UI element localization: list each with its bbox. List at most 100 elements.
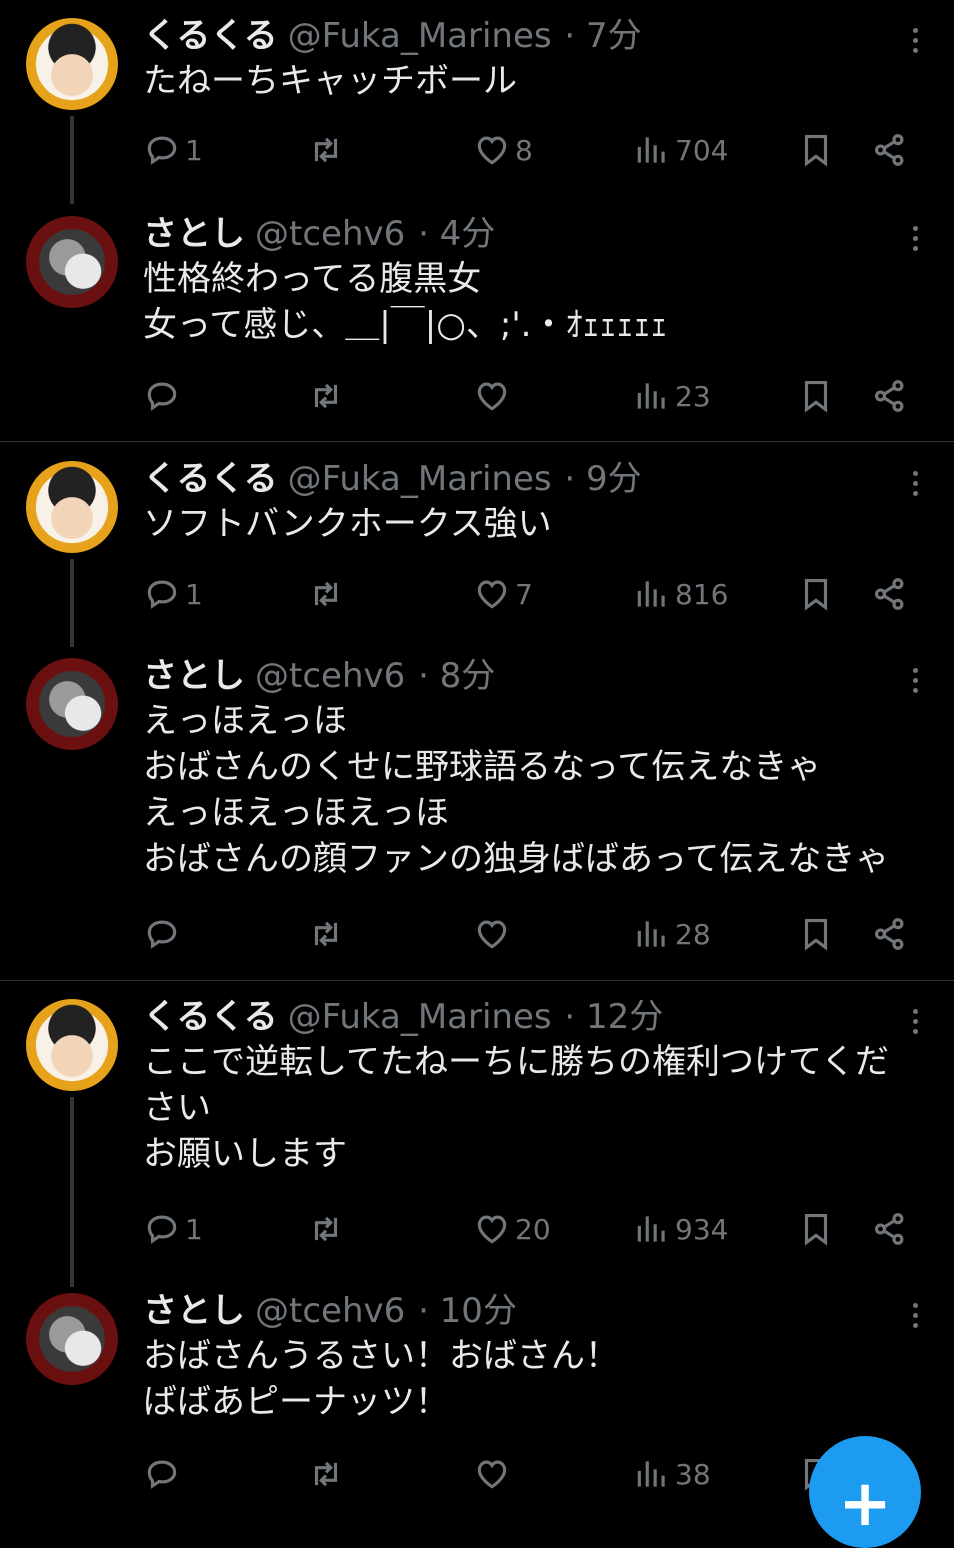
user-handle[interactable]: @tcehv6	[255, 656, 405, 696]
user-handle[interactable]: @Fuka_Marines	[288, 997, 552, 1037]
timestamp[interactable]: · 9分	[564, 459, 641, 499]
share-icon	[871, 1210, 909, 1248]
reply-button[interactable]	[143, 374, 185, 418]
views-button[interactable]: 816	[633, 572, 728, 616]
tweet-text: たねーちキャッチボール	[143, 58, 517, 104]
tweet-text: おばさんうるさい！おばさん！ ばばあピーナッツ！	[143, 1333, 619, 1425]
user-handle[interactable]: @tcehv6	[255, 214, 405, 254]
retweet-icon	[307, 1455, 345, 1493]
avatar[interactable]	[26, 216, 118, 308]
like-button[interactable]	[473, 1452, 515, 1496]
avatar[interactable]	[26, 1293, 118, 1385]
user-handle[interactable]: @Fuka_Marines	[288, 459, 552, 499]
avatar[interactable]	[26, 999, 118, 1091]
user-handle[interactable]: @tcehv6	[255, 1291, 405, 1331]
timestamp[interactable]: · 4分	[418, 214, 495, 254]
plus-icon: +	[838, 1467, 892, 1541]
heart-icon	[473, 1455, 511, 1493]
tweet-text-line: 性格終わってる腹黒女	[143, 259, 482, 299]
timestamp[interactable]: · 12分	[564, 997, 663, 1037]
tweet-text-line: おばさんうるさい！おばさん！	[143, 1336, 619, 1376]
reply-button[interactable]: 1	[143, 1207, 203, 1251]
timestamp[interactable]: · 8分	[418, 656, 495, 696]
share-button[interactable]	[871, 912, 909, 956]
bookmark-button[interactable]	[797, 572, 835, 616]
tweet-header: さとし @tcehv6 · 4分	[143, 214, 495, 254]
bookmark-button[interactable]	[797, 374, 835, 418]
tweet-text-line: 女って感じ、＿|￣|○、;'.・ｵｪｪｪｪｪ	[143, 305, 668, 345]
reply-count: 1	[185, 133, 203, 167]
heart-icon	[473, 1210, 511, 1248]
retweet-button[interactable]	[307, 374, 345, 418]
like-button[interactable]: 20	[473, 1207, 551, 1251]
reply-button[interactable]	[143, 1452, 185, 1496]
tweet-actions: 28	[143, 912, 923, 956]
avatar[interactable]	[26, 18, 118, 110]
retweet-button[interactable]	[307, 1207, 345, 1251]
reply-button[interactable]: 1	[143, 572, 203, 616]
views-icon	[633, 1210, 671, 1248]
share-button[interactable]	[871, 1207, 909, 1251]
tweet-text: えっほえっほ おばさんのくせに野球語るなって伝えなきゃ えっほえっほえっほ おばさんの…	[143, 698, 889, 882]
reply-icon	[143, 1455, 181, 1493]
reply-icon	[143, 377, 181, 415]
retweet-button[interactable]	[307, 912, 345, 956]
user-handle[interactable]: @Fuka_Marines	[288, 16, 552, 56]
tweet-text-line: ここで逆転してたねーちに勝ちの権利つけてくだ	[143, 1042, 889, 1082]
share-icon	[871, 377, 909, 415]
timestamp[interactable]: · 10分	[418, 1291, 517, 1331]
heart-icon	[473, 377, 511, 415]
bookmark-icon	[797, 377, 835, 415]
display-name[interactable]: くるくる	[143, 16, 278, 56]
like-button[interactable]: 7	[473, 572, 533, 616]
display-name[interactable]: さとし	[143, 656, 245, 696]
retweet-button[interactable]	[307, 128, 345, 172]
timestamp[interactable]: · 7分	[564, 16, 641, 56]
views-button[interactable]: 934	[633, 1207, 728, 1251]
share-button[interactable]	[871, 374, 909, 418]
display-name[interactable]: さとし	[143, 1291, 245, 1331]
display-name[interactable]: くるくる	[143, 997, 278, 1037]
retweet-button[interactable]	[307, 1452, 345, 1496]
bookmark-button[interactable]	[797, 128, 835, 172]
tweet-text-line: たねーちキャッチボール	[143, 61, 517, 101]
more-icon[interactable]	[906, 1303, 924, 1333]
views-button[interactable]: 38	[633, 1452, 711, 1496]
bookmark-button[interactable]	[797, 1207, 835, 1251]
display-name[interactable]: くるくる	[143, 459, 278, 499]
tweet-actions: 38	[143, 1452, 923, 1496]
like-button[interactable]: 8	[473, 128, 533, 172]
more-icon[interactable]	[906, 28, 924, 58]
share-button[interactable]	[871, 128, 909, 172]
avatar[interactable]	[26, 461, 118, 553]
views-icon	[633, 1455, 671, 1493]
thread-connector-line	[70, 1097, 74, 1287]
like-count: 7	[515, 577, 533, 611]
views-button[interactable]: 28	[633, 912, 711, 956]
like-count: 8	[515, 133, 533, 167]
compose-button[interactable]: +	[809, 1436, 921, 1548]
retweet-icon	[307, 575, 345, 613]
tweet-text-line: お願いします	[143, 1134, 347, 1174]
more-icon[interactable]	[906, 668, 924, 698]
display-name[interactable]: さとし	[143, 214, 245, 254]
reply-button[interactable]	[143, 912, 185, 956]
reply-button[interactable]: 1	[143, 128, 203, 172]
share-button[interactable]	[871, 572, 909, 616]
tweet-text: ここで逆転してたねーちに勝ちの権利つけてくだ さいお願いします	[143, 1039, 889, 1177]
more-icon[interactable]	[906, 226, 924, 256]
tweet-text-line: さい	[143, 1088, 211, 1128]
avatar[interactable]	[26, 658, 118, 750]
like-button[interactable]	[473, 912, 515, 956]
like-button[interactable]	[473, 374, 515, 418]
conversation-thread: くるくる @Fuka_Marines · 7分 たねーちキャッチボール 1 8 7…	[0, 0, 954, 442]
more-icon[interactable]	[906, 471, 924, 501]
bookmark-button[interactable]	[797, 912, 835, 956]
views-button[interactable]: 23	[633, 374, 711, 418]
tweet-actions: 1 8 704	[143, 128, 923, 172]
retweet-button[interactable]	[307, 572, 345, 616]
views-button[interactable]: 704	[633, 128, 728, 172]
view-count: 934	[675, 1212, 729, 1246]
more-icon[interactable]	[906, 1009, 924, 1039]
reply-count: 1	[185, 577, 203, 611]
